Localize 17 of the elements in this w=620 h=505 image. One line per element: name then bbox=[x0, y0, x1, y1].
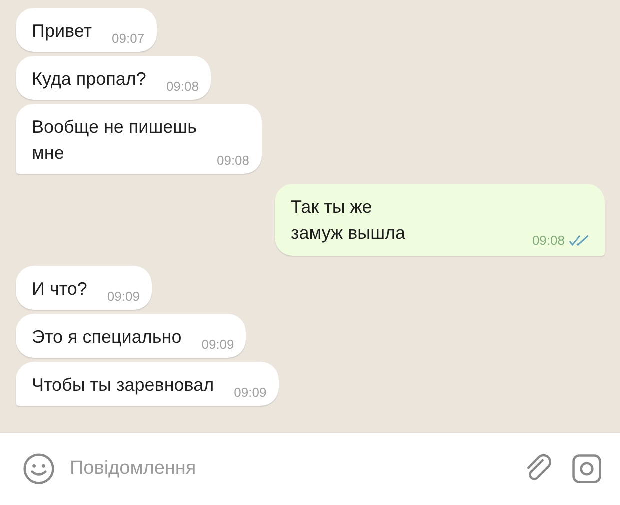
emoji-icon[interactable] bbox=[22, 452, 56, 486]
message-time: 09:08 bbox=[532, 233, 565, 248]
message-time: 09:07 bbox=[112, 31, 145, 46]
message-text: И что? bbox=[32, 278, 88, 301]
message-text: Так ты же замуж вышла bbox=[291, 196, 406, 245]
message-text: Вообще не пишешь мне bbox=[32, 116, 197, 165]
message-time: 09:09 bbox=[234, 385, 267, 400]
message-time: 09:08 bbox=[216, 153, 250, 168]
message-input-field[interactable]: Повідомлення bbox=[70, 452, 508, 486]
message-time: 09:09 bbox=[107, 289, 140, 304]
camera-icon[interactable] bbox=[570, 452, 604, 486]
message-text: Куда пропал? bbox=[32, 68, 146, 91]
message-time: 09:09 bbox=[202, 337, 234, 352]
message-text: Привет bbox=[32, 20, 92, 43]
message-time: 09:08 bbox=[166, 79, 199, 94]
message-text: Чтобы ты заревновал bbox=[32, 374, 214, 397]
message-text: Это я специально bbox=[32, 326, 182, 349]
